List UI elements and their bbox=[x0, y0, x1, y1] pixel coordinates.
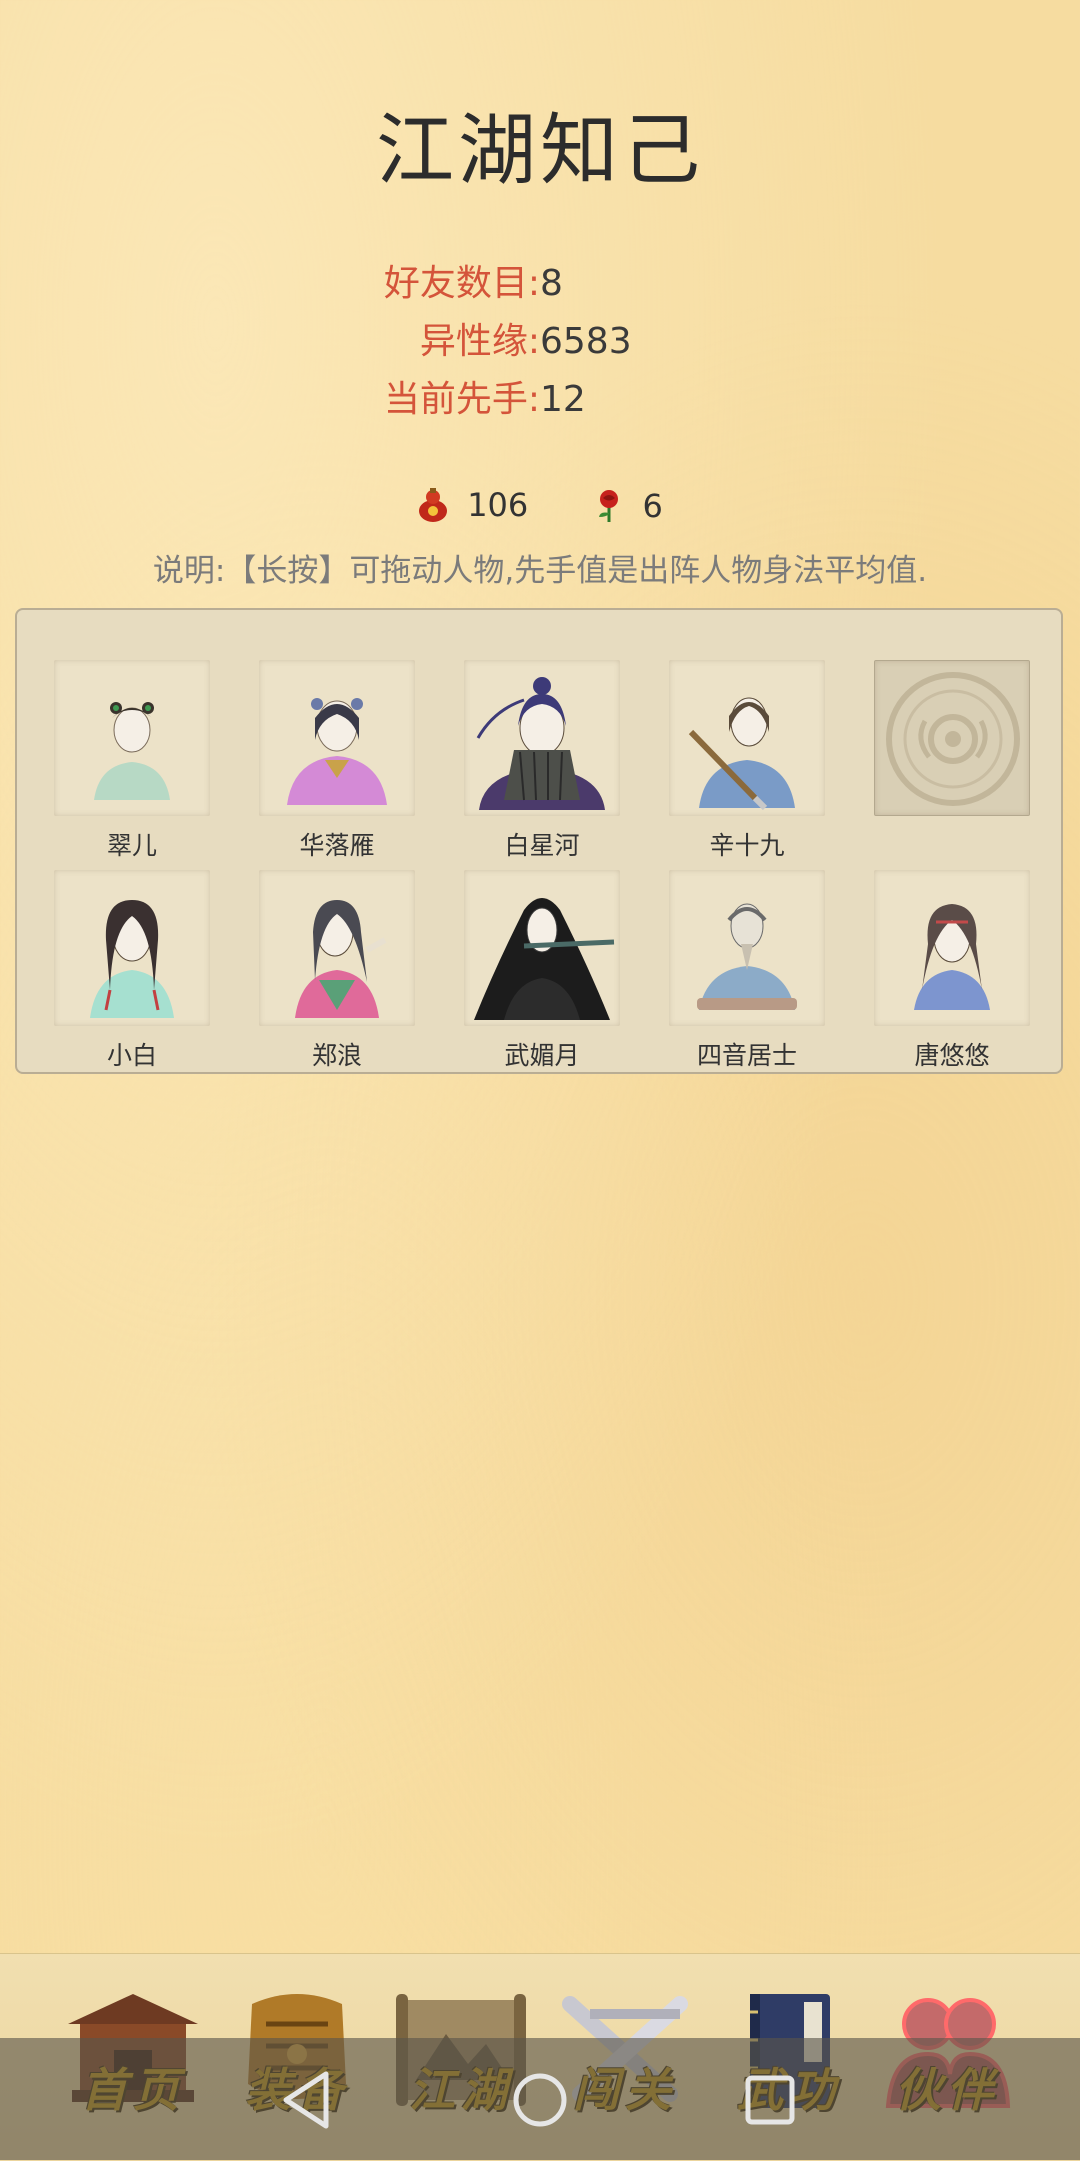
gourd-count: 106 bbox=[467, 486, 529, 524]
character-name: 武媚月 bbox=[504, 1041, 580, 1070]
character-card-xinshijiu[interactable]: 辛十九 bbox=[669, 660, 825, 862]
rose-count: 6 bbox=[642, 487, 663, 525]
empty-slot-emblem bbox=[874, 660, 1030, 816]
character-portrait-icon bbox=[476, 677, 605, 810]
character-card-wumeiyue[interactable]: 武媚月 bbox=[464, 870, 620, 1072]
character-portrait-icon bbox=[697, 903, 797, 1010]
character-name: 郑浪 bbox=[311, 1041, 362, 1070]
character-name: 翠儿 bbox=[106, 831, 157, 860]
character-name: 唐悠悠 bbox=[914, 1041, 990, 1070]
character-portrait-icon bbox=[287, 698, 387, 805]
character-portrait-icon bbox=[914, 904, 990, 1010]
character-card-hualuoyan[interactable]: 华落雁 bbox=[259, 660, 415, 862]
character-portrait bbox=[464, 870, 620, 1026]
stat-label: 好友数目: bbox=[383, 263, 540, 304]
home-icon[interactable] bbox=[500, 2060, 580, 2140]
character-name: 华落雁 bbox=[299, 831, 375, 860]
character-card-zhenglang[interactable]: 郑浪 bbox=[259, 870, 415, 1072]
red-gourd-icon bbox=[419, 488, 448, 522]
character-card-xiaobai[interactable]: 小白 bbox=[54, 870, 210, 1072]
character-portrait-icon bbox=[688, 697, 795, 811]
stat-value: 12 bbox=[540, 379, 586, 420]
stat-label: 当前先手: bbox=[383, 379, 540, 420]
character-name: 辛十九 bbox=[709, 831, 785, 860]
character-portrait-icon bbox=[295, 900, 387, 1018]
character-name: 白星河 bbox=[504, 831, 580, 860]
character-name: 四音居士 bbox=[696, 1041, 797, 1070]
stat-charm: 异性缘: 6583 bbox=[0, 313, 1080, 371]
character-portrait-icon bbox=[94, 702, 170, 800]
stat-value: 6583 bbox=[540, 321, 632, 362]
character-portrait bbox=[669, 660, 825, 816]
recents-icon[interactable] bbox=[730, 2060, 810, 2140]
stat-value: 8 bbox=[540, 263, 563, 304]
gourd-currency: 106 bbox=[417, 486, 528, 524]
character-card-cuier[interactable]: 翠儿 bbox=[54, 660, 210, 862]
instruction-note: 说明:【长按】可拖动人物,先手值是出阵人物身法平均值. bbox=[152, 553, 928, 589]
character-portrait bbox=[259, 660, 415, 816]
empty-slot[interactable] bbox=[874, 660, 1030, 826]
character-portrait bbox=[874, 870, 1030, 1026]
system-nav-bar bbox=[0, 2038, 1080, 2160]
rose-currency: 6 bbox=[594, 487, 663, 525]
bagua-emblem-icon bbox=[886, 672, 1020, 806]
character-portrait-icon bbox=[90, 900, 174, 1018]
stat-label: 异性缘: bbox=[419, 321, 540, 362]
character-portrait-icon bbox=[474, 898, 615, 1020]
character-portrait bbox=[54, 660, 210, 816]
character-portrait bbox=[54, 870, 210, 1026]
character-card-tangyouyou[interactable]: 唐悠悠 bbox=[874, 870, 1030, 1072]
character-name: 小白 bbox=[106, 1041, 157, 1070]
stat-friend-count: 好友数目: 8 bbox=[0, 255, 1080, 313]
stat-initiative: 当前先手: 12 bbox=[0, 371, 1080, 429]
currency-bar: 106 6 bbox=[0, 486, 1080, 531]
character-portrait bbox=[464, 660, 620, 816]
character-portrait bbox=[669, 870, 825, 1026]
character-card-siyinjushi[interactable]: 四音居士 bbox=[669, 870, 825, 1072]
back-icon[interactable] bbox=[268, 2060, 348, 2140]
rose-icon bbox=[599, 490, 619, 522]
character-card-baixinghe[interactable]: 白星河 bbox=[464, 660, 620, 862]
companion-panel: 翠儿 华落雁 白星河 辛十九 小白 郑浪 武媚月 四音居士 唐悠悠 bbox=[15, 608, 1063, 1074]
character-portrait bbox=[259, 870, 415, 1026]
friend-stats: 好友数目: 8 异性缘: 6583 当前先手: 12 bbox=[0, 255, 1080, 429]
page-title: 江湖知己 bbox=[375, 106, 704, 196]
